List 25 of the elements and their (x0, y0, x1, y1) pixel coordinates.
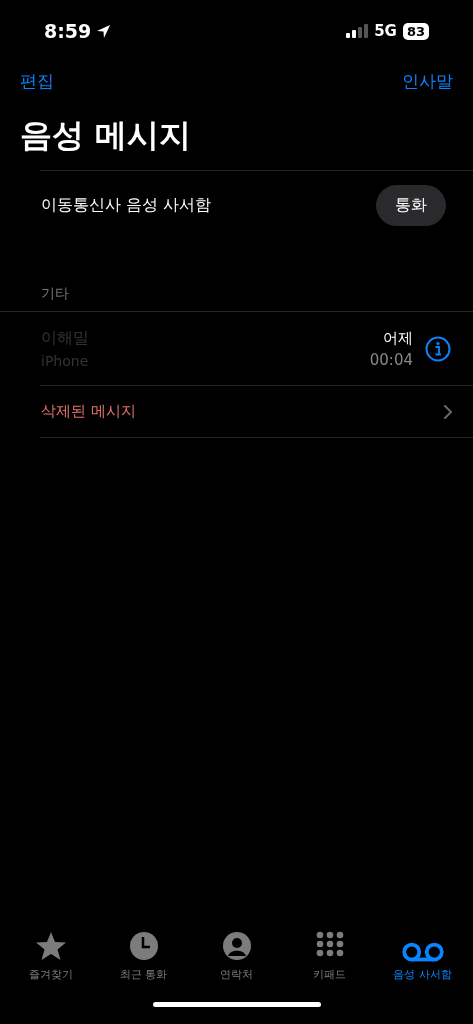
section-header: 기타 (40, 284, 70, 303)
tab-bar-item[interactable]: 연락처 (191, 924, 282, 982)
network-label: 5G (374, 22, 397, 40)
voicemail-icon (400, 942, 445, 962)
edit-link[interactable]: 편집 (20, 70, 54, 98)
tab-bar-item[interactable]: 즐겨찾기 (5, 924, 96, 982)
info-icon[interactable] (425, 335, 451, 362)
message-duration: 00:04 (369, 350, 413, 369)
location-arrow-icon (96, 23, 112, 39)
clock-time: 8:59 (44, 20, 92, 42)
tab-bar-item[interactable]: 최근 통화 (98, 924, 189, 982)
carrier-voicemail-label: 이동통신사 음성 사서함 (41, 194, 212, 216)
signal-icon (346, 24, 369, 38)
battery-level: 83 (402, 22, 429, 40)
star-icon (34, 930, 67, 962)
person-icon (220, 930, 253, 962)
call-button[interactable]: 통화 (376, 184, 446, 226)
greeting-link[interactable]: 인사말 (402, 70, 453, 98)
clock-icon (127, 930, 160, 962)
tab-bar-item[interactable]: 키패드 (284, 924, 375, 982)
message-date: 어제 (383, 328, 413, 348)
tab-bar-item[interactable]: 음성 사서함 (377, 924, 468, 982)
page-title: 음성 메시지 (20, 115, 193, 156)
chevron-icon (444, 404, 452, 419)
deleted-messages-row[interactable]: 삭제된 메시지 (0, 386, 473, 437)
